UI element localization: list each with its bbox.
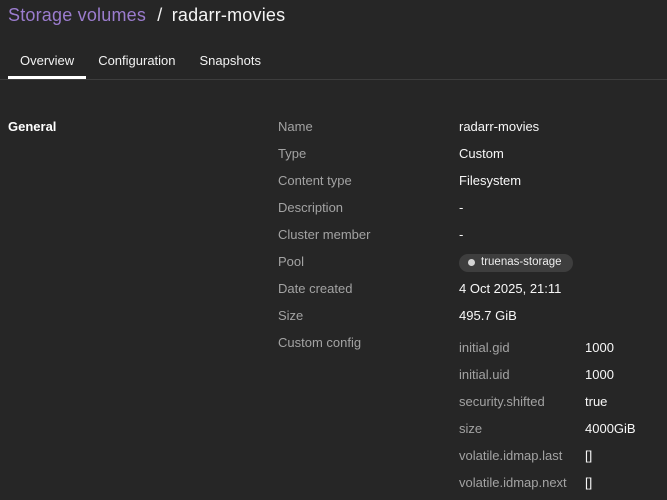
config-row-size: size 4000GiB: [459, 415, 636, 442]
pool-badge[interactable]: truenas-storage: [459, 253, 573, 272]
table-row-date-created: Date created 4 Oct 2025, 21:11: [278, 275, 667, 302]
row-label: Type: [278, 146, 307, 161]
config-key: volatile.idmap.next: [459, 475, 567, 490]
breadcrumb: Storage volumes / radarr-movies: [0, 0, 667, 26]
row-value: truenas-storage: [459, 248, 573, 275]
row-label: Custom config: [278, 335, 362, 350]
row-label: Name: [278, 119, 313, 134]
row-value: 495.7 GiB: [459, 308, 517, 323]
row-label: Date created: [278, 281, 353, 296]
config-value: 1000: [585, 367, 614, 382]
table-row-pool: Pool truenas-storage: [278, 248, 667, 275]
row-label: Description: [278, 200, 344, 215]
config-row-initial-gid: initial.gid 1000: [459, 334, 636, 361]
tab-overview[interactable]: Overview: [8, 46, 87, 79]
config-value: []: [585, 448, 593, 463]
config-row-security-shifted: security.shifted true: [459, 388, 636, 415]
table-row-name: Name radarr-movies: [278, 113, 667, 140]
table-row-type: Type Custom: [278, 140, 667, 167]
row-value: 4 Oct 2025, 21:11: [459, 281, 562, 296]
section-column: General: [8, 113, 278, 496]
section-heading-general: General: [8, 119, 57, 134]
config-row-volatile-idmap-next: volatile.idmap.next []: [459, 469, 636, 496]
config-value: true: [585, 394, 608, 409]
breadcrumb-storage-volumes-link[interactable]: Storage volumes: [8, 5, 146, 25]
config-key: size: [459, 421, 483, 436]
custom-config-table: initial.gid 1000 initial.uid 1000 securi…: [459, 334, 636, 496]
row-value: -: [459, 200, 464, 215]
breadcrumb-separator: /: [157, 5, 163, 25]
config-key: security.shifted: [459, 394, 545, 409]
row-value: Custom: [459, 146, 504, 161]
row-value: Filesystem: [459, 173, 522, 188]
row-label: Cluster member: [278, 227, 371, 242]
table-row-description: Description -: [278, 194, 667, 221]
page-title: radarr-movies: [171, 5, 286, 25]
row-value: -: [459, 227, 464, 242]
table-row-content-type: Content type Filesystem: [278, 167, 667, 194]
table-row-cluster-member: Cluster member -: [278, 221, 667, 248]
tab-snapshots[interactable]: Snapshots: [188, 46, 273, 79]
row-label: Pool: [278, 254, 305, 269]
row-value: radarr-movies: [459, 119, 540, 134]
config-row-volatile-idmap-last: volatile.idmap.last []: [459, 442, 636, 469]
tab-bar: Overview Configuration Snapshots: [0, 46, 667, 80]
storage-volume-detail-page: Storage volumes / radarr-movies Overview…: [0, 0, 667, 500]
config-key: initial.uid: [459, 367, 510, 382]
row-label: Content type: [278, 173, 352, 188]
config-value: 4000GiB: [585, 421, 636, 436]
overview-content: General Name radarr-movies Type Custom C…: [0, 113, 667, 496]
general-details-table: Name radarr-movies Type Custom Content t…: [278, 113, 667, 496]
row-label: Size: [278, 308, 304, 323]
config-value: []: [585, 475, 593, 490]
config-row-initial-uid: initial.uid 1000: [459, 361, 636, 388]
table-row-custom-config: Custom config initial.gid 1000 initial.u…: [278, 329, 667, 496]
config-value: 1000: [585, 340, 614, 355]
status-dot-icon: [468, 259, 475, 266]
config-key: volatile.idmap.last: [459, 448, 563, 463]
config-key: initial.gid: [459, 340, 510, 355]
pool-badge-label: truenas-storage: [481, 256, 562, 268]
table-row-size: Size 495.7 GiB: [278, 302, 667, 329]
tab-configuration[interactable]: Configuration: [86, 46, 187, 79]
